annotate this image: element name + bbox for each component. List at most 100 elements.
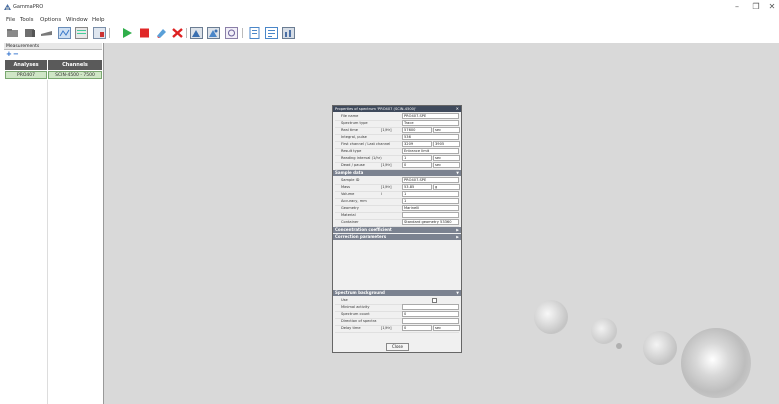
- field-value[interactable]: 1: [402, 198, 459, 204]
- field-unit: [1/Hr]: [381, 185, 392, 189]
- column-analyses[interactable]: Analyses: [5, 60, 47, 70]
- spectrum-view-icon[interactable]: [58, 27, 71, 39]
- toolbar-separator: [242, 28, 243, 38]
- spectrum-a-icon[interactable]: [190, 27, 203, 39]
- decorative-orb: [681, 328, 751, 398]
- field-value[interactable]: 3209: [402, 141, 432, 147]
- field-value[interactable]: 0: [402, 325, 432, 331]
- field-label: Spectrum type: [341, 121, 368, 125]
- add-icon[interactable]: +: [6, 51, 12, 58]
- spectrum-b-icon[interactable]: [207, 27, 220, 39]
- field-value[interactable]: 1: [402, 191, 459, 197]
- detector-icon[interactable]: [40, 27, 53, 39]
- field-unit: [1/Hr]: [381, 326, 392, 330]
- field-value[interactable]: Standard geometry 53360: [402, 219, 459, 225]
- spectrum-edit-icon[interactable]: [93, 27, 106, 39]
- collapse-icon[interactable]: ▼: [456, 170, 459, 176]
- field-unit: [1/Hr]: [381, 128, 392, 132]
- table-icon[interactable]: [265, 27, 278, 39]
- open-folder-icon[interactable]: [6, 27, 19, 39]
- section-title: Sample data: [335, 170, 364, 175]
- expand-icon[interactable]: ▶: [456, 227, 459, 233]
- field-label: Use: [341, 298, 348, 302]
- dialog-title: Properties of spectrum 'PRO407 (SCIN-450…: [333, 106, 461, 112]
- field-label: Result type: [341, 149, 362, 153]
- maximize-button[interactable]: ❐: [750, 2, 762, 11]
- field-label: Sample ID: [341, 178, 360, 182]
- spectrum-list-icon[interactable]: [75, 27, 88, 39]
- table-row-analysis[interactable]: PRO407: [5, 71, 47, 79]
- field-value[interactable]: 0: [402, 162, 432, 168]
- field-unit: l: [381, 192, 382, 196]
- field-value[interactable]: PRO407.SPE: [402, 113, 459, 119]
- dialog-close-icon[interactable]: ✕: [456, 106, 459, 112]
- column-channels[interactable]: Channels: [48, 60, 102, 70]
- collapse-icon[interactable]: ▼: [456, 290, 459, 296]
- field-unit-select[interactable]: sec: [433, 325, 460, 331]
- start-icon[interactable]: [121, 27, 134, 39]
- field-value[interactable]: 0: [402, 311, 459, 317]
- field-value[interactable]: 53.85: [402, 184, 432, 190]
- document-icon[interactable]: [248, 27, 261, 39]
- stop-icon[interactable]: [138, 27, 151, 39]
- field-value[interactable]: [402, 318, 459, 324]
- title-bar: GammaPRO – ❐ ✕: [0, 0, 779, 15]
- section-background-header[interactable]: Spectrum background ▼: [333, 290, 461, 296]
- menu-bar: File Tools Options Window Help: [0, 15, 779, 24]
- field-value[interactable]: Trace: [402, 120, 459, 126]
- field-row: Container Standard geometry 53360: [335, 219, 459, 227]
- field-value[interactable]: [402, 304, 459, 310]
- field-unit-select[interactable]: sec: [433, 162, 460, 168]
- window-title: GammaPRO: [13, 4, 44, 10]
- close-dialog-button[interactable]: Close: [386, 343, 409, 351]
- decorative-dot: [616, 343, 622, 349]
- field-label: First channel / Last channel: [341, 142, 391, 146]
- field-label: Mass: [341, 185, 351, 189]
- field-value[interactable]: Marinelli: [402, 205, 459, 211]
- field-row: Dead / pause [1/Hr] 0 sec: [335, 162, 460, 170]
- use-background-checkbox[interactable]: [432, 298, 437, 303]
- section-correction-header[interactable]: Correction parameters ▶: [333, 234, 461, 240]
- menu-help[interactable]: Help: [92, 17, 105, 23]
- field-value-2[interactable]: 3905: [433, 141, 460, 147]
- spectrum-properties-dialog: Properties of spectrum 'PRO407 (SCIN-450…: [332, 105, 462, 353]
- minimize-button[interactable]: –: [731, 2, 743, 11]
- delete-icon[interactable]: [171, 27, 184, 39]
- field-label: Dead / pause: [341, 163, 365, 167]
- column-divider: [47, 80, 48, 404]
- report-icon[interactable]: [225, 27, 238, 39]
- field-label: Minimal activity: [341, 305, 370, 309]
- field-label: Volume: [341, 192, 355, 196]
- menu-tools[interactable]: Tools: [20, 17, 34, 23]
- field-unit-select[interactable]: sec: [433, 127, 460, 133]
- field-label: Direction of spectra: [341, 319, 377, 323]
- field-value[interactable]: Entrance limit: [402, 148, 459, 154]
- field-label: Accuracy, mm: [341, 199, 367, 203]
- field-label: Container: [341, 220, 359, 224]
- toolbar-separator: [109, 28, 110, 38]
- field-value[interactable]: PRO407.SPE: [402, 177, 459, 183]
- field-value[interactable]: [402, 212, 459, 218]
- field-label: File name: [341, 114, 359, 118]
- menu-window[interactable]: Window: [66, 17, 88, 23]
- toolbar-separator: [186, 28, 187, 38]
- field-value[interactable]: 1: [402, 155, 432, 161]
- erase-icon[interactable]: [155, 27, 168, 39]
- expand-icon[interactable]: ▶: [456, 234, 459, 240]
- field-unit-select[interactable]: sec: [433, 155, 460, 161]
- menu-options[interactable]: Options: [40, 17, 61, 23]
- field-value[interactable]: 536: [402, 134, 459, 140]
- chart-icon[interactable]: [282, 27, 295, 39]
- menu-file[interactable]: File: [6, 17, 15, 23]
- field-value[interactable]: 57600: [402, 127, 432, 133]
- field-unit-select[interactable]: g: [433, 184, 460, 190]
- section-concentration-header[interactable]: Concentration coefficient ▶: [333, 227, 461, 233]
- toolbar: [0, 24, 779, 41]
- table-row-channels[interactable]: SCIN-4500 - 7500: [48, 71, 102, 79]
- app-logo-icon: [4, 4, 11, 10]
- remove-icon[interactable]: −: [13, 51, 19, 58]
- section-sample-header[interactable]: Sample data ▼: [333, 170, 461, 176]
- library-icon[interactable]: [23, 27, 36, 39]
- field-label: Delay time: [341, 326, 361, 330]
- close-window-button[interactable]: ✕: [766, 2, 778, 11]
